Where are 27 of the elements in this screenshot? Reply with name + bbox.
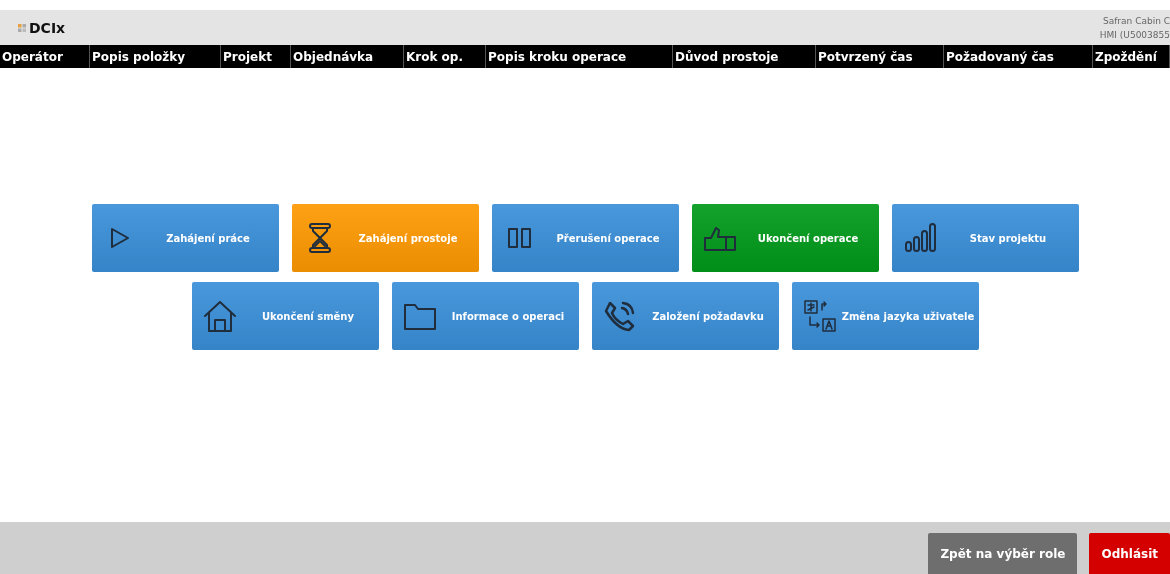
column-header: Operátor: [0, 45, 90, 68]
column-header: Popis kroku operace: [486, 45, 673, 68]
column-header: Zpoždění: [1093, 45, 1170, 68]
action-tile[interactable]: Změna jazyka uživatele: [791, 282, 979, 350]
action-tile[interactable]: Založení požadavku: [591, 282, 779, 350]
column-header: Potvrzený čas: [816, 45, 944, 68]
column-header: Důvod prostoje: [673, 45, 816, 68]
column-header: Projekt: [221, 45, 291, 68]
action-tile[interactable]: Ukončení směny: [191, 282, 379, 350]
action-tile[interactable]: Ukončení operace: [691, 204, 879, 272]
action-tile[interactable]: Stav projektu: [891, 204, 1079, 272]
action-tile[interactable]: Přerušení operace: [491, 204, 679, 272]
back-button[interactable]: Zpět na výběr role: [928, 533, 1078, 574]
app-logo: DCIx: [29, 19, 66, 36]
logo-icon: [18, 23, 26, 32]
action-tile[interactable]: Zahájení prostoje: [291, 204, 479, 272]
station-info: HMI (U5003855: [1099, 28, 1170, 42]
station-info: Safran Cabin C: [1102, 14, 1170, 28]
column-header: Krok op.: [404, 45, 486, 68]
translate-icon: [801, 298, 838, 334]
action-tile[interactable]: Informace o operaci: [391, 282, 579, 350]
column-header: Objednávka: [291, 45, 404, 68]
column-header: Požadovaný čas: [944, 45, 1093, 68]
logout-button[interactable]: Odhlásit: [1089, 533, 1170, 574]
house-icon: [201, 298, 238, 334]
column-header: Popis položky: [90, 45, 221, 68]
action-tile[interactable]: Zahájení práce: [91, 204, 279, 272]
